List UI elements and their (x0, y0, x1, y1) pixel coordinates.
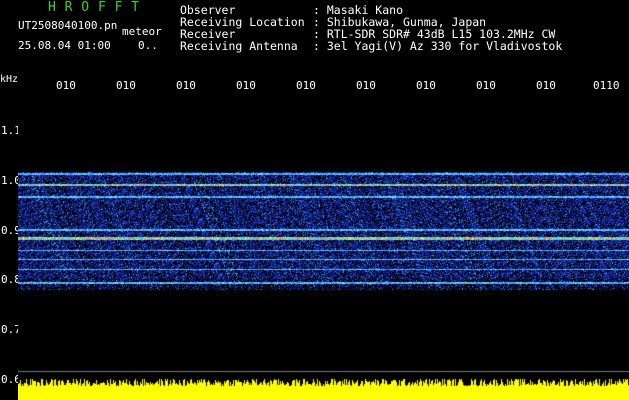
file-type: meteor (122, 25, 162, 38)
antenna-value: : 3el Yagi(V) Az 330 for Vladivostok (313, 39, 563, 53)
time-tick: 010 (236, 79, 256, 92)
file-seconds: 0.. (138, 39, 158, 52)
file-date: 25.08.04 01:00 (18, 39, 111, 52)
time-tick: 010 (296, 79, 316, 92)
time-tick: 010 (356, 79, 376, 92)
y-unit-label: kHz (0, 74, 19, 85)
spectrogram (18, 92, 629, 400)
time-tick: 010 (56, 79, 76, 92)
app-title: H R O F F T (48, 0, 140, 15)
time-tick: 0110 (593, 79, 620, 92)
time-tick: 010 (476, 79, 496, 92)
file-name: UT2508040100.pn (18, 19, 118, 32)
time-tick: 010 (536, 79, 556, 92)
time-tick: 010 (176, 79, 196, 92)
antenna-label: Receiving Antenna (180, 39, 298, 53)
hrofft-window: H R O F F T UT2508040100.pn meteor 25.08… (0, 0, 629, 400)
time-tick: 010 (116, 79, 136, 92)
time-tick: 010 (416, 79, 436, 92)
